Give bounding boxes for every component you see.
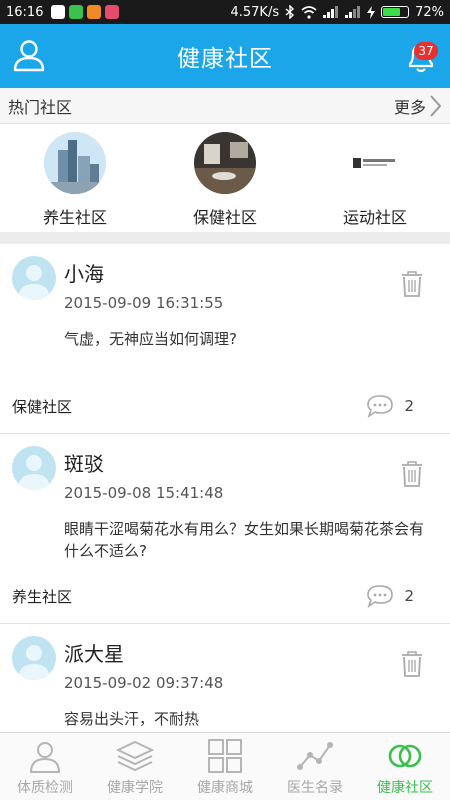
status-app-icons: [51, 5, 120, 19]
section-divider: [0, 232, 450, 244]
notification-badge: 37: [414, 42, 438, 60]
battery-icon: [381, 6, 410, 18]
post-author: 派大星: [64, 642, 124, 666]
trash-icon[interactable]: [400, 460, 424, 488]
post-community[interactable]: 保健社区: [12, 396, 72, 417]
section-title: 热门社区: [8, 97, 73, 117]
post-content: 气虚，无神应当如何调理?: [64, 330, 237, 348]
app-header: 健康社区 37: [0, 24, 450, 88]
nav-label: 健康社区: [377, 780, 433, 796]
post-author: 小海: [64, 262, 104, 286]
comment-count: 2: [404, 587, 414, 605]
page-title: 健康社区: [177, 46, 273, 72]
qq-icon: [51, 5, 66, 19]
post-item[interactable]: 派大星 2015-09-02 09:37:48 容易出头汗，不耐热 稍微活动一下…: [0, 624, 450, 732]
community-item[interactable]: 养生社区: [0, 124, 150, 232]
bluetooth-icon: [285, 5, 295, 19]
status-time: 16:16: [6, 4, 44, 20]
community-image-room: [194, 132, 256, 194]
post-footer: 保健社区 2: [12, 393, 414, 419]
nav-item-health-academy[interactable]: 健康学院: [90, 733, 180, 800]
avatar[interactable]: [12, 636, 56, 680]
community-label: 运动社区: [342, 208, 407, 227]
community-image-buildings: [44, 132, 106, 194]
post-time: 2015-09-09 16:31:55: [64, 294, 224, 312]
nav-item-doctor-directory[interactable]: 医生名录: [270, 733, 360, 800]
bottom-nav: 体质检测 健康学院 健康商城 医生名录 健康社区: [0, 732, 450, 800]
nav-label: 体质检测: [17, 780, 73, 796]
post-item[interactable]: 斑驳 2015-09-08 15:41:48 眼睛干涩喝菊花水有用么？女生如果长…: [0, 434, 450, 624]
post-item[interactable]: 小海 2015-09-09 16:31:55 气虚，无神应当如何调理? 保健社区…: [0, 244, 450, 434]
more-link[interactable]: 更多: [394, 94, 442, 118]
avatar[interactable]: [12, 446, 56, 490]
status-bar: 16:16 4.57K/s 72%: [0, 0, 450, 24]
post-list: 小海 2015-09-09 16:31:55 气虚，无神应当如何调理? 保健社区…: [0, 244, 450, 732]
signal-2-icon: [345, 6, 361, 18]
comment-icon: [367, 395, 394, 418]
app-red-icon: [105, 5, 120, 19]
comment-button[interactable]: 2: [366, 394, 414, 418]
wifi-icon: [301, 5, 317, 19]
community-logo-sport: [344, 132, 406, 194]
nav-item-health-mall[interactable]: 健康商城: [180, 733, 270, 800]
community-list: 养生社区 保健社区 运动社区: [0, 124, 450, 232]
post-time: 2015-09-02 09:37:48: [64, 674, 224, 692]
community-label: 养生社区: [42, 208, 107, 227]
grid-icon: [208, 739, 242, 773]
nav-item-health-community[interactable]: 健康社区: [360, 733, 450, 800]
nav-item-constitution-test[interactable]: 体质检测: [0, 733, 90, 800]
comment-count: 2: [404, 397, 414, 415]
post-community[interactable]: 养生社区: [12, 586, 72, 607]
more-label: 更多: [393, 97, 426, 117]
nav-label: 医生名录: [287, 780, 343, 796]
app-orange-icon: [87, 5, 102, 19]
person-icon: [29, 742, 61, 773]
comment-icon: [367, 585, 394, 608]
battery-fill: [383, 8, 401, 16]
rings-icon: [388, 744, 422, 768]
avatar[interactable]: [12, 256, 56, 300]
post-time: 2015-09-08 15:41:48: [64, 484, 224, 502]
nav-label: 健康商城: [197, 780, 253, 796]
post-content: 容易出头汗，不耐热 稍微活动一下，头部大量出汗，颈部，胸前也: [64, 710, 200, 728]
hot-communities-bar: 热门社区 更多: [0, 88, 450, 124]
app-green-icon: [69, 5, 84, 19]
nav-label: 健康学院: [107, 780, 163, 796]
chart-icon: [297, 742, 333, 770]
screen: 16:16 4.57K/s 72% 健康社区 37 热门社区 更多 养生社区 保…: [0, 0, 450, 800]
layers-icon: [115, 740, 155, 772]
status-right: 4.57K/s 72%: [230, 5, 444, 20]
trash-icon[interactable]: [400, 650, 424, 678]
chevron-right-icon: [430, 94, 442, 117]
community-label: 保健社区: [192, 208, 257, 227]
post-content: 眼睛干涩喝菊花水有用么？女生如果长期喝菊花茶会有什么不适么?: [64, 520, 425, 560]
charging-icon: [367, 5, 376, 19]
signal-icon: [323, 6, 339, 18]
net-speed: 4.57K/s: [230, 4, 280, 20]
trash-icon[interactable]: [400, 270, 424, 298]
post-author: 斑驳: [64, 452, 104, 476]
community-item[interactable]: 运动社区: [300, 124, 450, 232]
battery-percent: 72%: [415, 4, 444, 20]
community-item[interactable]: 保健社区: [150, 124, 300, 232]
post-footer: 养生社区 2: [12, 583, 414, 609]
comment-button[interactable]: 2: [366, 584, 414, 608]
user-icon[interactable]: [12, 38, 46, 72]
